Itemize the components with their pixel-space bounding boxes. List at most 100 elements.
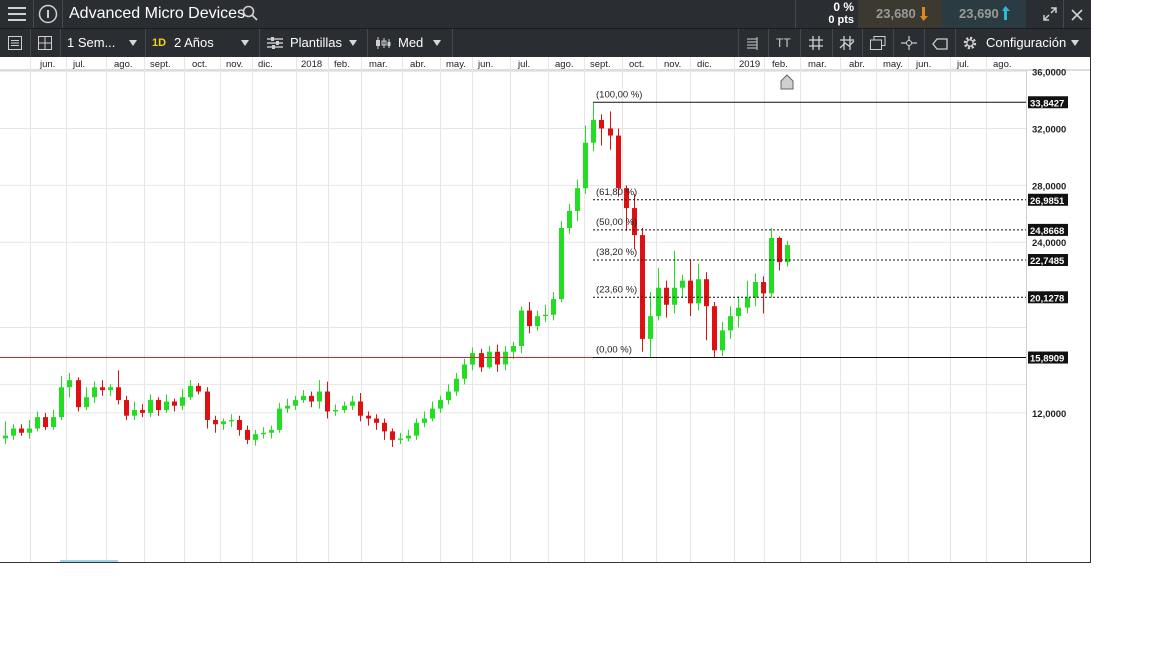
candle-up bbox=[3, 435, 8, 439]
candle-down bbox=[616, 135, 621, 189]
candle-up bbox=[438, 400, 443, 409]
candle-up bbox=[277, 408, 282, 430]
month-label: jun. bbox=[477, 59, 493, 70]
crosshair-grid-icon[interactable] bbox=[839, 35, 855, 51]
month-label: 2018 bbox=[301, 59, 322, 70]
crosshair-icon[interactable] bbox=[901, 36, 917, 50]
candlestick-icon[interactable] bbox=[375, 36, 391, 50]
search-icon[interactable] bbox=[242, 5, 258, 21]
candle-up bbox=[446, 391, 451, 401]
indicator-caret-icon[interactable] bbox=[433, 40, 441, 46]
text-tool-button[interactable]: TT bbox=[776, 29, 791, 57]
fib-level-label: (38,20 %) bbox=[596, 247, 637, 258]
windows-icon[interactable] bbox=[870, 36, 886, 50]
candle-down bbox=[100, 387, 105, 391]
month-label: abr. bbox=[849, 59, 865, 70]
candle-up bbox=[67, 380, 72, 388]
chart-toolbar: 1 Sem... 1D 2 Años Plantillas Med TT Con bbox=[0, 28, 1091, 57]
grid-icon[interactable] bbox=[808, 35, 824, 51]
price-chart[interactable]: jun. jul. ago. sept. oct. nov. dic. 2018 feb. mar… bbox=[0, 56, 1152, 576]
candle-up bbox=[253, 434, 258, 440]
month-label: jun. bbox=[915, 59, 931, 70]
candle-down bbox=[124, 400, 129, 416]
buy-price-button[interactable]: 23,690 bbox=[942, 0, 1026, 28]
range-select[interactable]: 2 Años bbox=[174, 29, 214, 57]
candle-down bbox=[325, 391, 330, 412]
candle-down bbox=[640, 235, 645, 339]
instrument-title: Advanced Micro Devices bbox=[69, 5, 246, 22]
info-icon[interactable] bbox=[38, 4, 58, 24]
price-tag-text: 24,8668 bbox=[1030, 226, 1064, 237]
price-tag-text: 15,8909 bbox=[1030, 354, 1064, 365]
candle-up bbox=[398, 438, 403, 440]
candle-down bbox=[495, 351, 500, 365]
menu-icon[interactable] bbox=[8, 6, 26, 22]
interval-caret-icon[interactable] bbox=[129, 40, 137, 46]
candle-up bbox=[342, 405, 347, 411]
candle-up bbox=[84, 397, 89, 408]
templates-icon[interactable] bbox=[267, 36, 283, 50]
layout-grid-icon[interactable] bbox=[38, 36, 52, 50]
month-label: oct. bbox=[192, 59, 207, 70]
fib-level-label: (61,80 %) bbox=[596, 187, 637, 198]
month-label: may. bbox=[883, 59, 903, 70]
sell-price-button[interactable]: 23,680 bbox=[858, 0, 942, 28]
candle-down bbox=[382, 422, 387, 432]
month-label: abr. bbox=[410, 59, 426, 70]
settings-caret-icon[interactable] bbox=[1071, 40, 1079, 46]
candle-up bbox=[753, 282, 758, 298]
candle-up bbox=[430, 408, 435, 419]
label-tag-icon[interactable] bbox=[932, 37, 948, 50]
arrow-down-icon bbox=[920, 6, 930, 27]
candle-up bbox=[269, 429, 274, 433]
candle-down bbox=[205, 391, 210, 420]
month-label: nov. bbox=[664, 59, 681, 70]
candle-down bbox=[172, 401, 177, 406]
candle-up bbox=[132, 410, 137, 416]
candle-down bbox=[76, 380, 81, 408]
templates-button[interactable]: Plantillas bbox=[290, 29, 342, 57]
price-tick-label: 32,0000 bbox=[1032, 124, 1066, 135]
candle-up bbox=[180, 397, 185, 406]
event-marker-icon[interactable] bbox=[780, 74, 794, 90]
month-label: oct. bbox=[629, 59, 644, 70]
candle-up bbox=[680, 280, 685, 288]
order-book-icon[interactable] bbox=[745, 36, 759, 50]
indicator-select[interactable]: Med bbox=[398, 29, 423, 57]
range-caret-icon[interactable] bbox=[241, 40, 249, 46]
top-bar: Advanced Micro Devices 0 % 0 pts 23,680 … bbox=[0, 0, 1091, 28]
interval-select[interactable]: 1 Sem... bbox=[67, 29, 115, 57]
candle-up bbox=[769, 237, 774, 294]
list-icon[interactable] bbox=[8, 36, 22, 50]
price-tick-label: 24,0000 bbox=[1032, 238, 1066, 249]
candle-up bbox=[188, 385, 193, 398]
close-icon[interactable] bbox=[1071, 8, 1083, 21]
candle-down bbox=[390, 431, 395, 440]
scroll-indicator[interactable] bbox=[60, 560, 118, 562]
gear-icon[interactable] bbox=[962, 35, 978, 51]
price-tag-text: 20,1278 bbox=[1030, 293, 1064, 304]
candle-up bbox=[672, 287, 677, 305]
fib-level-label: (50,00 %) bbox=[596, 217, 637, 228]
month-label: may. bbox=[446, 59, 466, 70]
buy-price: 23,690 bbox=[959, 6, 999, 21]
month-label: mar. bbox=[369, 59, 387, 70]
settings-button[interactable]: Configuración bbox=[986, 29, 1066, 57]
candle-down bbox=[374, 418, 379, 423]
candle-up bbox=[35, 417, 40, 429]
candle-up bbox=[648, 316, 653, 339]
timeframe-badge[interactable]: 1D bbox=[152, 29, 166, 57]
month-label: feb. bbox=[772, 59, 788, 70]
fib-level-label: (100,00 %) bbox=[596, 89, 642, 100]
candle-down bbox=[19, 428, 24, 433]
sell-price: 23,680 bbox=[876, 6, 916, 21]
candle-down bbox=[527, 310, 532, 327]
fib-level-label: (23,60 %) bbox=[596, 284, 637, 295]
month-label: sept. bbox=[150, 59, 171, 70]
expand-icon[interactable] bbox=[1042, 6, 1058, 22]
candle-up bbox=[293, 400, 298, 406]
candle-up bbox=[543, 314, 548, 317]
candle-down bbox=[608, 128, 613, 136]
month-label: ago. bbox=[114, 59, 133, 70]
templates-caret-icon[interactable] bbox=[349, 40, 357, 46]
